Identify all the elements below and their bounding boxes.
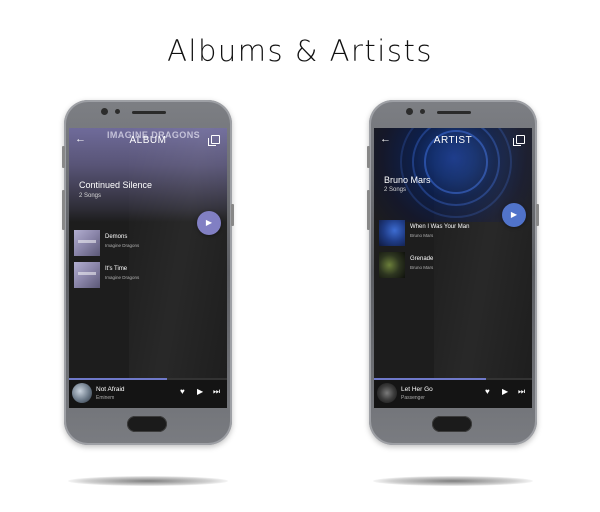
play-icon[interactable]: ▶ bbox=[197, 387, 203, 397]
artist-screen: ← ARTIST Bruno Mars 2 Songs ▶ When I Was… bbox=[374, 128, 532, 408]
heart-icon[interactable]: ♥ bbox=[180, 387, 185, 397]
mini-player[interactable]: Let Her Go Passenger ♥ ▶ ⏭ bbox=[374, 378, 532, 408]
album-screen: IMAGINE DRAGONS ← ALBUM Continued Silenc… bbox=[69, 128, 227, 408]
song-title: Grenade bbox=[410, 256, 434, 262]
phone-frame-album: IMAGINE DRAGONS ← ALBUM Continued Silenc… bbox=[62, 100, 234, 445]
song-artwork bbox=[74, 262, 100, 288]
song-title: Demons bbox=[105, 234, 128, 240]
playback-progress[interactable] bbox=[69, 378, 167, 380]
now-playing-artist: Eminem bbox=[96, 395, 115, 401]
song-artwork bbox=[74, 230, 100, 256]
front-camera-icon bbox=[101, 108, 108, 115]
song-artist: Bruno Mars bbox=[410, 265, 434, 270]
skip-next-icon[interactable]: ⏭ bbox=[518, 387, 525, 397]
home-button[interactable] bbox=[127, 416, 167, 432]
front-camera-icon bbox=[406, 108, 413, 115]
now-playing-artist: Passenger bbox=[401, 395, 425, 401]
page-headline: Albums & Artists bbox=[167, 34, 433, 68]
song-title: It's Time bbox=[105, 266, 128, 272]
song-artist: Bruno Mars bbox=[410, 233, 434, 238]
sensor-icon bbox=[115, 109, 120, 114]
playback-progress[interactable] bbox=[374, 378, 487, 380]
phone-shadow bbox=[373, 476, 533, 486]
sensor-icon bbox=[420, 109, 425, 114]
now-playing-artwork bbox=[377, 383, 397, 403]
album-song-count: 2 Songs bbox=[79, 193, 102, 199]
earpiece-speaker bbox=[437, 111, 471, 114]
now-playing-title: Not Afraid bbox=[96, 386, 125, 393]
play-icon[interactable]: ▶ bbox=[502, 387, 508, 397]
now-playing-title: Let Her Go bbox=[401, 386, 433, 393]
song-artwork bbox=[379, 220, 405, 246]
phone-frame-artist: ← ARTIST Bruno Mars 2 Songs ▶ When I Was… bbox=[367, 100, 539, 445]
now-playing-artwork bbox=[72, 383, 92, 403]
artist-name: Bruno Mars bbox=[384, 175, 431, 185]
song-artwork bbox=[379, 252, 405, 278]
heart-icon[interactable]: ♥ bbox=[485, 387, 490, 397]
artist-song-count: 2 Songs bbox=[384, 187, 407, 193]
mini-player[interactable]: Not Afraid Eminem ♥ ▶ ⏭ bbox=[69, 378, 227, 408]
home-button[interactable] bbox=[432, 416, 472, 432]
phone-shadow bbox=[68, 476, 228, 486]
earpiece-speaker bbox=[132, 111, 166, 114]
skip-next-icon[interactable]: ⏭ bbox=[213, 387, 220, 397]
